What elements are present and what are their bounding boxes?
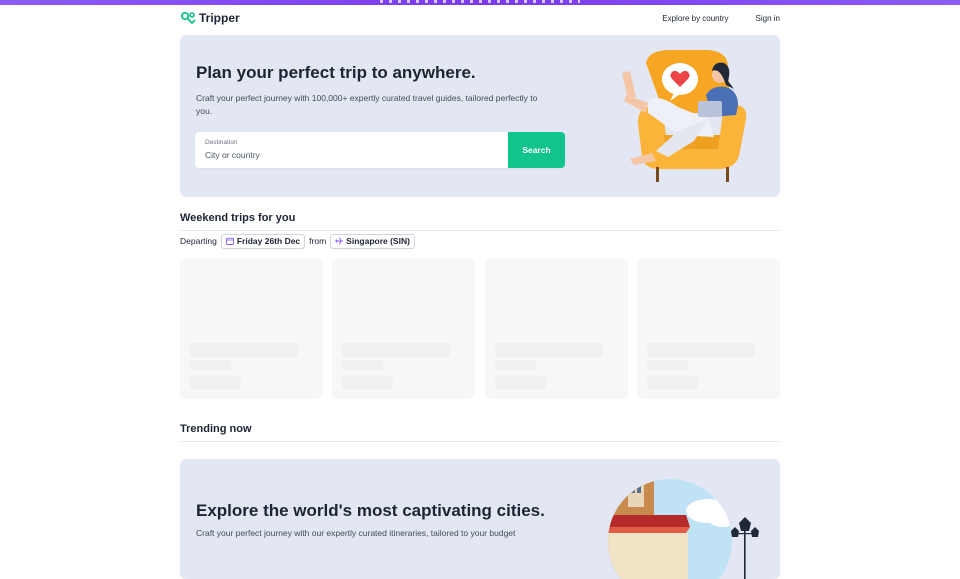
promo-subtitle: Craft your perfect journey with our expe… — [196, 528, 516, 538]
destination-label: Destination — [205, 139, 238, 146]
section-divider — [180, 230, 780, 231]
top-nav: Explore by country Sign in — [662, 14, 780, 23]
departure-date-text: Friday 26th Dec — [236, 236, 301, 246]
skeleton-line — [647, 343, 755, 357]
city-illustration — [608, 479, 759, 579]
weekend-trip-cards — [180, 259, 780, 399]
from-label: from — [309, 236, 327, 246]
trip-card-skeleton[interactable] — [180, 259, 323, 399]
weekend-trips-title: Weekend trips for you — [180, 212, 296, 224]
tripper-logo-icon — [180, 11, 196, 24]
trip-card-skeleton[interactable] — [637, 259, 780, 399]
top-banner-strip — [0, 0, 960, 5]
origin-airport-chip[interactable]: Singapore (SIN) — [330, 233, 415, 249]
sign-in-link[interactable]: Sign in — [756, 14, 780, 23]
skeleton-line — [647, 360, 688, 370]
skeleton-line — [342, 343, 450, 357]
calendar-icon — [225, 237, 234, 245]
departing-filter: Departing Friday 26th Dec from Singapore… — [180, 233, 415, 249]
trip-card-skeleton[interactable] — [485, 259, 628, 399]
skeleton-line — [190, 360, 231, 370]
search-button[interactable]: Search — [508, 132, 565, 168]
destination-input[interactable] — [205, 148, 495, 162]
hero-illustration — [622, 50, 747, 182]
skeleton-line — [342, 360, 383, 370]
departure-date-chip[interactable]: Friday 26th Dec — [220, 233, 306, 249]
skeleton-line — [495, 360, 536, 370]
section-divider — [180, 441, 780, 442]
promo-title: Explore the world's most captivating cit… — [196, 501, 545, 520]
airplane-icon — [335, 237, 344, 245]
logo-text: Tripper — [199, 11, 240, 25]
origin-airport-text: Singapore (SIN) — [346, 236, 410, 246]
skeleton-line — [190, 343, 298, 357]
skeleton-line — [495, 376, 546, 389]
departing-label: Departing — [180, 236, 217, 246]
hero-subtitle: Craft your perfect journey with 100,000+… — [196, 93, 538, 116]
site-header: Tripper Explore by country Sign in — [180, 10, 780, 30]
trip-card-skeleton[interactable] — [332, 259, 475, 399]
trending-now-title: Trending now — [180, 423, 252, 435]
top-banner-text-placeholder — [380, 0, 580, 3]
explore-by-country-link[interactable]: Explore by country — [662, 14, 728, 23]
logo[interactable]: Tripper — [180, 10, 240, 26]
hero-title: Plan your perfect trip to anywhere. — [196, 63, 476, 82]
cities-promo-banner: Explore the world's most captivating cit… — [180, 459, 780, 579]
skeleton-line — [342, 376, 393, 389]
hero-banner: Plan your perfect trip to anywhere. Craf… — [180, 35, 780, 197]
skeleton-line — [495, 343, 603, 357]
skeleton-line — [190, 376, 241, 389]
destination-search-box: Destination Search — [195, 132, 565, 168]
skeleton-line — [647, 376, 698, 389]
